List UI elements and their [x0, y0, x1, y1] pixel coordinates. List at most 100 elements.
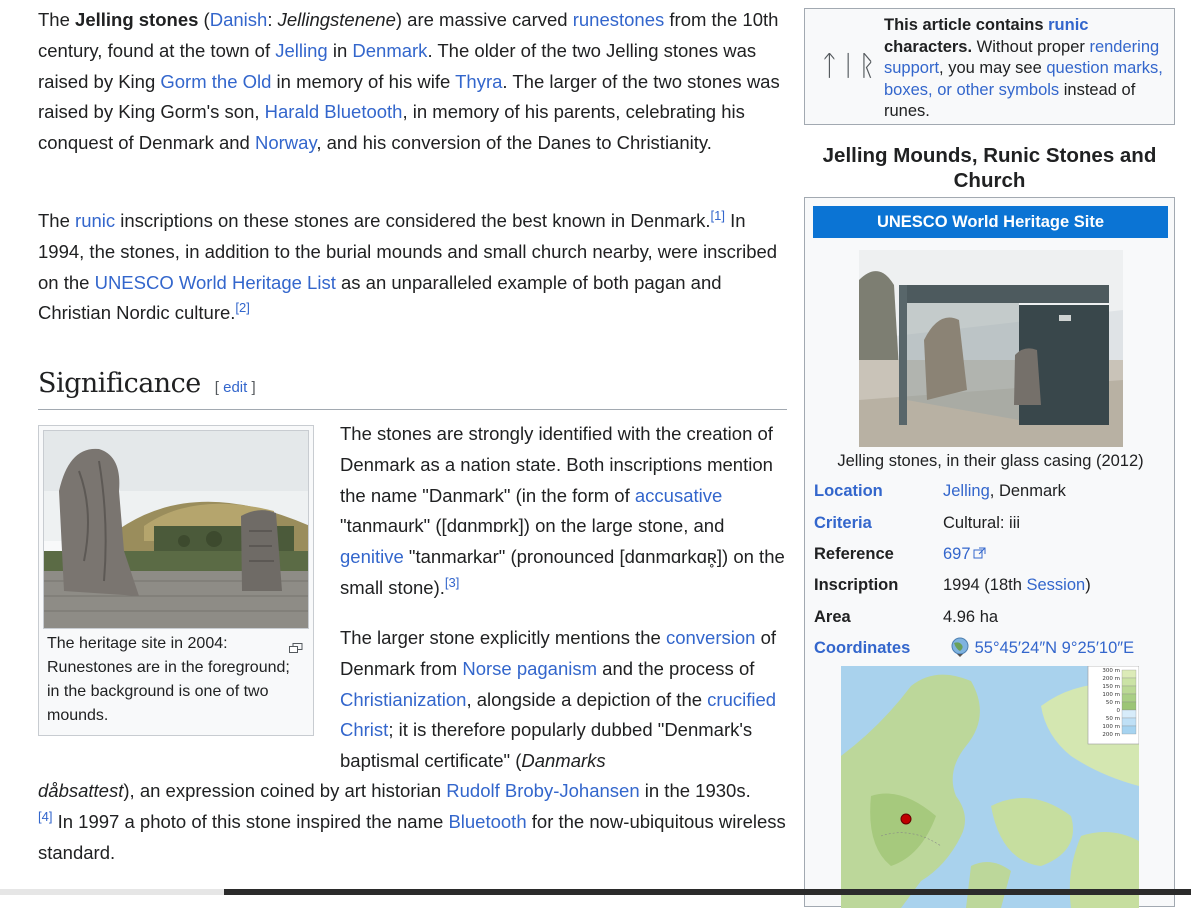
reference-1[interactable]: [1]	[711, 208, 725, 223]
link-norway[interactable]: Norway	[255, 132, 316, 153]
intro-paragraph-1: The Jelling stones (Danish: Jellingstene…	[38, 5, 788, 159]
link-accusative[interactable]: accusative	[635, 485, 722, 506]
map-legend-5: 0	[1117, 708, 1121, 714]
link-bluetooth[interactable]: Bluetooth	[448, 811, 526, 832]
text: )	[1085, 576, 1091, 594]
reference-2[interactable]: [2]	[235, 300, 249, 315]
significance-paragraph-2: The larger stone explicitly mentions the…	[340, 623, 788, 777]
map-legend-2: 150 m	[1102, 684, 1120, 690]
infobox-photo-caption: Jelling stones, in their glass casing (2…	[837, 452, 1144, 470]
link-notice-runic[interactable]: runic	[1048, 16, 1088, 34]
section-heading: Significance [ edit ]	[38, 362, 787, 410]
thumbnail-figure: The heritage site in 2004: Runestones ar…	[38, 425, 314, 736]
edit-section: [ edit ]	[215, 379, 256, 396]
text: Without proper	[972, 37, 1090, 56]
link-thyra[interactable]: Thyra	[455, 71, 502, 92]
enlarge-icon[interactable]	[289, 637, 303, 653]
label-criteria[interactable]: Criteria	[814, 512, 872, 534]
link-genitive[interactable]: genitive	[340, 546, 404, 567]
italic-term: Danmarks	[521, 750, 606, 772]
italic-term: dåbsattest	[38, 780, 124, 801]
text: The	[38, 210, 76, 231]
map-legend-0: 300 m	[1102, 668, 1120, 674]
text: The larger stone explicitly mentions the	[340, 627, 666, 648]
link-session[interactable]: Session	[1026, 576, 1085, 594]
area-value: 4.96 ha	[943, 608, 999, 626]
label-reference: Reference	[814, 545, 894, 563]
text: , alongside a depiction of the	[466, 688, 708, 710]
link-conversion[interactable]: conversion	[666, 627, 755, 648]
caption-text: The heritage site in 2004: Runestones ar…	[47, 635, 290, 724]
link-danish[interactable]: Danish	[210, 9, 268, 30]
link-reference-697[interactable]: 697	[943, 545, 971, 563]
link-harald[interactable]: Harald Bluetooth	[265, 101, 403, 122]
article-subject: Jelling stones	[75, 9, 199, 30]
text: in	[327, 39, 353, 61]
link-norse-paganism[interactable]: Norse paganism	[462, 658, 597, 679]
notice-text: This article contains runic characters. …	[884, 15, 1169, 123]
infobox: UNESCO World Heritage Site Jelling stone…	[804, 197, 1175, 908]
reference-4[interactable]: [4]	[38, 809, 52, 824]
label-coordinates[interactable]: Coordinates	[814, 637, 910, 659]
link-jelling-town[interactable]: Jelling	[943, 482, 990, 500]
link-gorm[interactable]: Gorm the Old	[160, 71, 271, 92]
link-rudolf[interactable]: Rudolf Broby-Johansen	[446, 780, 639, 801]
text: In 1997 a photo of this stone inspired t…	[52, 810, 449, 832]
bracket: ]	[247, 379, 256, 396]
text: (	[198, 9, 210, 30]
text: The	[38, 9, 76, 30]
map-legend-7: 100 m	[1102, 724, 1120, 730]
text: "tanmarkar" (pronounced [dɑnmɑrkɑʀ̥]) on…	[340, 546, 785, 598]
text: ), an expression coined by art historian	[123, 780, 447, 801]
reference-3[interactable]: [3]	[445, 575, 459, 590]
text: "tanmaurk" ([dɑnmɒrk]) on the large ston…	[340, 515, 725, 537]
section-title: Significance	[38, 368, 201, 399]
heritage-site-photo[interactable]	[43, 430, 309, 629]
map-legend-4: 50 m	[1106, 700, 1120, 706]
significance-paragraph-2-continued: dåbsattest), an expression coined by art…	[38, 776, 788, 868]
text: , Denmark	[989, 482, 1066, 500]
text: :	[267, 9, 278, 30]
text: , and his conversion of the Danes to Chr…	[316, 132, 712, 154]
text: in the 1930s.	[639, 780, 751, 801]
text: inscriptions on these stones are conside…	[115, 210, 711, 231]
text: ) are massive carved	[395, 9, 573, 30]
link-jelling[interactable]: Jelling	[275, 40, 327, 61]
notice-bold: This article contains	[884, 16, 1049, 34]
label-location[interactable]: Location	[814, 480, 883, 502]
runes-icon: ᛏᛁᚱ	[821, 49, 878, 82]
link-coordinates[interactable]: 55°45′24″N 9°25′10″E	[975, 639, 1135, 657]
significance-paragraph-1: The stones are strongly identified with …	[340, 419, 788, 604]
globe-icon[interactable]	[950, 637, 970, 657]
runic-notice-box: ᛏᛁᚱ This article contains runic characte…	[804, 8, 1175, 125]
map-legend-6: 50 m	[1106, 716, 1120, 722]
jelling-stones-glass-photo[interactable]	[859, 250, 1123, 447]
link-runic[interactable]: runic	[75, 210, 115, 231]
criteria-value: Cultural: iii	[943, 514, 1021, 532]
notice-bold: characters.	[884, 37, 973, 56]
link-denmark[interactable]: Denmark	[352, 40, 427, 61]
text: in memory of his wife	[271, 70, 456, 92]
map-legend-1: 200 m	[1102, 676, 1120, 682]
external-link-icon	[971, 545, 987, 563]
infobox-title: Jelling Mounds, Runic Stones and Church	[822, 144, 1157, 192]
text: and the process of	[597, 657, 755, 679]
link-runestones[interactable]: runestones	[573, 9, 665, 30]
edit-link[interactable]: edit	[223, 379, 247, 396]
unesco-band: UNESCO World Heritage Site	[813, 206, 1168, 238]
scrollbar-track[interactable]	[0, 889, 224, 895]
intro-paragraph-2: The runic inscriptions on these stones a…	[38, 206, 788, 329]
denmark-location-map[interactable]: 300 m 200 m 150 m 100 m 50 m 0 50 m 100 …	[841, 666, 1139, 908]
text: , you may see	[939, 59, 1047, 77]
link-unesco-list[interactable]: UNESCO World Heritage List	[95, 272, 336, 293]
label-inscription: Inscription	[814, 576, 899, 594]
horizontal-scrollbar[interactable]	[224, 889, 1191, 895]
map-legend-3: 100 m	[1102, 692, 1120, 698]
bracket: [	[214, 379, 224, 396]
link-christianization[interactable]: Christianization	[340, 689, 466, 710]
danish-name: Jellingstenene	[277, 9, 396, 30]
thumbnail-caption: The heritage site in 2004: Runestones ar…	[43, 629, 309, 731]
text: 1994 (18th	[943, 576, 1027, 594]
map-legend-8: 200 m	[1102, 732, 1120, 738]
label-area: Area	[814, 608, 851, 626]
